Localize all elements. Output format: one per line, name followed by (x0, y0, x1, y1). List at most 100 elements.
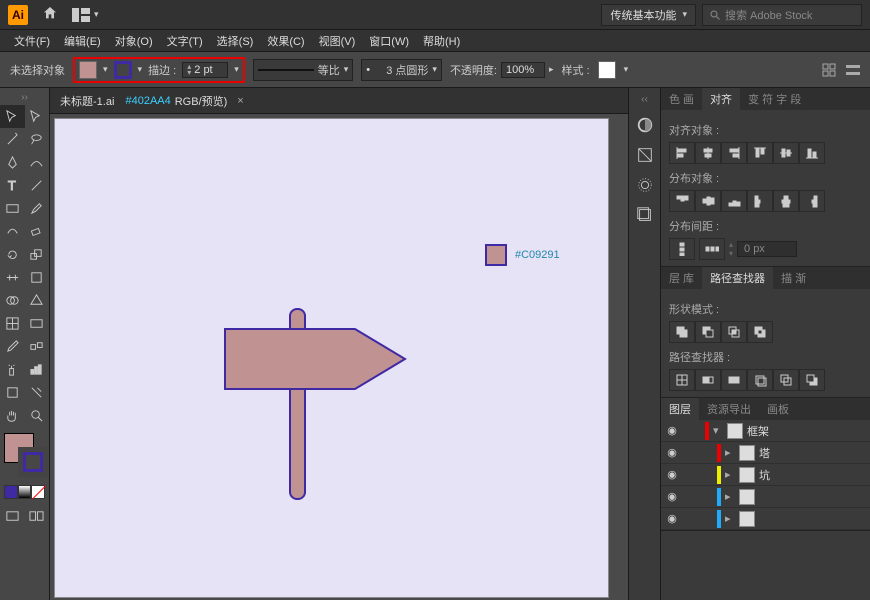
layer-name[interactable]: 塔 (759, 445, 770, 461)
symbols-panel-icon[interactable] (635, 205, 655, 225)
expand-toggle[interactable]: ▾ (713, 424, 723, 437)
perspective-tool[interactable] (25, 289, 50, 312)
minus-back[interactable] (799, 369, 825, 391)
chevron-down-icon[interactable]: ▾ (103, 64, 108, 75)
spacing-input[interactable]: 0 px (737, 241, 797, 257)
menu-effect[interactable]: 效果(C) (261, 31, 310, 51)
fill-stroke-indicator[interactable] (0, 433, 49, 483)
fill-swatch[interactable] (79, 61, 97, 79)
magic-wand-tool[interactable] (0, 128, 25, 151)
layer-name[interactable]: 框架 (747, 423, 769, 439)
symbol-sprayer-tool[interactable] (0, 358, 25, 381)
chevron-down-icon[interactable]: ▾ (234, 64, 239, 75)
dist-left[interactable] (747, 190, 773, 212)
divide[interactable] (669, 369, 695, 391)
trim[interactable] (695, 369, 721, 391)
brushes-panel-icon[interactable] (635, 175, 655, 195)
hand-tool[interactable] (0, 404, 25, 427)
swatches-panel-icon[interactable] (635, 145, 655, 165)
eraser-tool[interactable] (25, 220, 50, 243)
dist-bottom[interactable] (721, 190, 747, 212)
layer-row[interactable]: ◉▸◆塔 (661, 442, 870, 464)
chevron-down-icon[interactable]: ▾ (624, 64, 629, 75)
align-bottom[interactable] (799, 142, 825, 164)
stroke-swatch[interactable] (114, 61, 132, 79)
menu-edit[interactable]: 编辑(E) (58, 31, 107, 51)
width-tool[interactable] (0, 266, 25, 289)
tab-layers[interactable]: 图层 (661, 398, 699, 420)
menu-file[interactable]: 文件(F) (8, 31, 56, 51)
blend-tool[interactable] (25, 335, 50, 358)
unite[interactable] (669, 321, 695, 343)
tab-align[interactable]: 对齐 (702, 88, 740, 110)
selection-tool[interactable] (0, 105, 25, 128)
gradient-tool[interactable] (25, 312, 50, 335)
stock-search[interactable]: 搜索 Adobe Stock (702, 4, 862, 26)
expand-panels-toggle[interactable]: ‹‹ (641, 94, 648, 105)
home-icon[interactable] (42, 5, 58, 24)
menu-select[interactable]: 选择(S) (211, 31, 260, 51)
menu-window[interactable]: 窗口(W) (363, 31, 415, 51)
screen-mode-toggle[interactable] (25, 505, 50, 528)
lasso-tool[interactable] (25, 128, 50, 151)
color-mode[interactable] (4, 485, 18, 499)
doc-setup-icon[interactable] (822, 63, 836, 77)
color-panel-icon[interactable] (635, 115, 655, 135)
expand-toggle[interactable]: ▸ (725, 446, 735, 459)
tab-stroke-grad[interactable]: 描 渐 (773, 267, 814, 289)
align-top[interactable] (747, 142, 773, 164)
document-tab[interactable]: 未标题-1.ai #402AA4RGB/预览) × (60, 93, 244, 109)
curvature-tool[interactable] (25, 151, 50, 174)
none-mode[interactable] (31, 485, 45, 499)
exclude[interactable] (747, 321, 773, 343)
stroke-indicator[interactable] (18, 447, 48, 477)
mesh-tool[interactable] (0, 312, 25, 335)
paintbrush-tool[interactable] (25, 197, 50, 220)
visibility-toggle[interactable]: ◉ (665, 468, 679, 481)
align-vcenter[interactable] (773, 142, 799, 164)
dist-space-h[interactable] (699, 238, 725, 260)
tab-artboards[interactable]: 画板 (759, 398, 797, 420)
menu-object[interactable]: 对象(O) (109, 31, 159, 51)
visibility-toggle[interactable]: ◉ (665, 512, 679, 525)
align-right[interactable] (721, 142, 747, 164)
prefs-icon[interactable] (846, 63, 860, 77)
menu-view[interactable]: 视图(V) (313, 31, 362, 51)
type-tool[interactable]: T (0, 174, 25, 197)
visibility-toggle[interactable]: ◉ (665, 424, 679, 437)
tab-color[interactable]: 色 画 (661, 88, 702, 110)
tab-layers-lib[interactable]: 层 库 (661, 267, 702, 289)
opacity-input[interactable]: 100% (501, 62, 545, 78)
tab-pathfinder[interactable]: 路径查找器 (702, 267, 773, 289)
intersect[interactable] (721, 321, 747, 343)
menu-help[interactable]: 帮助(H) (417, 31, 466, 51)
layer-row[interactable]: ◉▸◆坑 (661, 464, 870, 486)
dist-vcenter[interactable] (695, 190, 721, 212)
layer-row[interactable]: ◉▾▦框架 (661, 420, 870, 442)
stroke-profile[interactable]: 等比▾ (253, 59, 354, 81)
gradient-mode[interactable] (18, 485, 32, 499)
stroke-weight-input[interactable]: ▴▾ 2 pt (182, 62, 228, 78)
layer-row[interactable]: ◉▸◆ (661, 508, 870, 530)
free-transform-tool[interactable] (25, 266, 50, 289)
dist-hcenter[interactable] (773, 190, 799, 212)
screen-mode-normal[interactable] (0, 505, 25, 528)
scale-tool[interactable] (25, 243, 50, 266)
workspace-dropdown[interactable]: 传统基本功能 ▾ (601, 4, 696, 26)
menu-type[interactable]: 文字(T) (161, 31, 209, 51)
outline[interactable] (773, 369, 799, 391)
merge[interactable] (721, 369, 747, 391)
slice-tool[interactable] (25, 381, 50, 404)
artboard[interactable]: #C09291 (54, 118, 609, 598)
expand-toggle[interactable]: ▸ (725, 490, 735, 503)
graph-tool[interactable] (25, 358, 50, 381)
minus-front[interactable] (695, 321, 721, 343)
rotate-tool[interactable] (0, 243, 25, 266)
close-icon[interactable]: × (237, 95, 243, 107)
layer-name[interactable]: 坑 (759, 467, 770, 483)
visibility-toggle[interactable]: ◉ (665, 446, 679, 459)
zoom-tool[interactable] (25, 404, 50, 427)
dist-right[interactable] (799, 190, 825, 212)
artboard-tool[interactable] (0, 381, 25, 404)
visibility-toggle[interactable]: ◉ (665, 490, 679, 503)
